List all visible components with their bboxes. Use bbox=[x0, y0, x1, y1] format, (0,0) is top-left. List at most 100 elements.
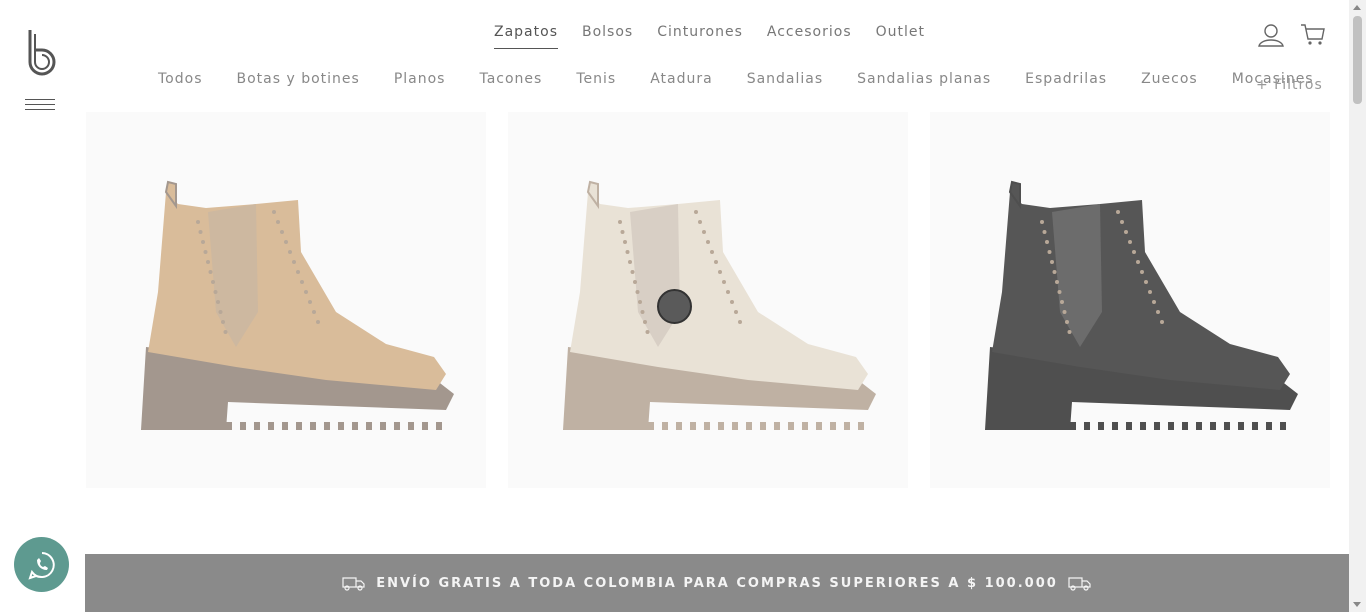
boot-tread bbox=[1280, 422, 1286, 430]
boot-stud bbox=[1156, 310, 1160, 314]
boot-stud bbox=[714, 260, 718, 264]
boot-tread bbox=[1182, 422, 1188, 430]
nav-item-cinturones[interactable]: Cinturones bbox=[657, 24, 743, 49]
boot-stud bbox=[1062, 310, 1067, 314]
sub-nav-item-atadura[interactable]: Atadura bbox=[650, 71, 713, 87]
filters-button[interactable]: + Filtros bbox=[1256, 77, 1323, 93]
boot-stud bbox=[196, 220, 200, 224]
product-card[interactable] bbox=[86, 112, 486, 488]
boot-stud bbox=[1055, 280, 1059, 284]
boot-stud bbox=[698, 220, 702, 224]
boot-tread bbox=[760, 422, 766, 430]
sub-nav-item-espadrilas[interactable]: Espadrilas bbox=[1025, 71, 1107, 87]
boot-stud bbox=[203, 250, 208, 254]
sub-nav-item-sandalias-planas[interactable]: Sandalias planas bbox=[857, 71, 991, 87]
boot-stud bbox=[216, 300, 220, 304]
boot-tread bbox=[1224, 422, 1230, 430]
user-icon[interactable] bbox=[1258, 22, 1284, 48]
cursor-indicator bbox=[657, 289, 692, 324]
scroll-up-arrow[interactable] bbox=[1353, 5, 1361, 10]
hamburger-line bbox=[25, 104, 55, 105]
boot-stud bbox=[1042, 230, 1047, 234]
nav-item-zapatos[interactable]: Zapatos bbox=[494, 24, 558, 49]
nav-item-accesorios[interactable]: Accesorios bbox=[767, 24, 852, 49]
boot-stud bbox=[1060, 300, 1064, 304]
sub-nav-item-todos[interactable]: Todos bbox=[158, 71, 202, 87]
sub-nav-categories: Todos Botas y botines Planos Tacones Ten… bbox=[141, 71, 1331, 87]
sub-nav-item-tacones[interactable]: Tacones bbox=[479, 71, 542, 87]
hamburger-line bbox=[25, 99, 55, 100]
boot-stud bbox=[308, 300, 312, 304]
boot-stud bbox=[623, 240, 627, 244]
boot-stud bbox=[300, 280, 304, 284]
boot-stud bbox=[722, 280, 726, 284]
boot-stud bbox=[1120, 220, 1124, 224]
boot-tread bbox=[690, 422, 696, 430]
boot-tread bbox=[662, 422, 668, 430]
boot-stud bbox=[630, 270, 635, 274]
boot-stud bbox=[288, 250, 292, 254]
scrollbar-thumb[interactable] bbox=[1353, 16, 1362, 104]
boot-stud bbox=[702, 230, 706, 234]
boot-tread bbox=[1056, 422, 1062, 430]
boot-tread bbox=[184, 422, 190, 430]
sub-nav-item-sandalias[interactable]: Sandalias bbox=[747, 71, 823, 87]
boot-tread bbox=[1140, 422, 1146, 430]
boot-tread bbox=[310, 422, 316, 430]
boot-image bbox=[563, 180, 876, 430]
boot-stud bbox=[618, 220, 622, 224]
boot-tread bbox=[268, 422, 274, 430]
boot-tread bbox=[802, 422, 808, 430]
sub-nav-item-zuecos[interactable]: Zuecos bbox=[1141, 71, 1198, 87]
sub-nav-item-planos[interactable]: Planos bbox=[394, 71, 446, 87]
boot-tread bbox=[226, 422, 232, 430]
shipping-banner-text: ENVÍO GRATIS A TODA COLOMBIA PARA COMPRA… bbox=[376, 575, 1058, 591]
boot-tread bbox=[1112, 422, 1118, 430]
scroll-down-arrow[interactable] bbox=[1353, 602, 1361, 607]
boot-tread bbox=[830, 422, 836, 430]
boot-tread bbox=[1014, 422, 1020, 430]
boot-stud bbox=[1047, 250, 1052, 254]
sub-nav-item-botas-y-botines[interactable]: Botas y botines bbox=[236, 71, 359, 87]
sub-nav-item-tenis[interactable]: Tenis bbox=[576, 71, 616, 87]
boot-tread bbox=[1154, 422, 1160, 430]
boot-tread bbox=[1210, 422, 1216, 430]
boot-tread bbox=[324, 422, 330, 430]
boot-stud bbox=[1136, 260, 1140, 264]
top-nav: Zapatos Bolsos Cinturones Accesorios Out… bbox=[0, 24, 1349, 49]
boot-stud bbox=[1050, 260, 1054, 264]
boot-tread bbox=[634, 422, 640, 430]
boot-tread bbox=[366, 422, 372, 430]
boot-stud bbox=[1045, 240, 1049, 244]
boot-stud bbox=[201, 240, 205, 244]
boot-tread bbox=[620, 422, 626, 430]
boot-stud bbox=[1128, 240, 1132, 244]
boot-stud bbox=[635, 290, 640, 294]
boot-tread bbox=[704, 422, 710, 430]
boot-tread bbox=[338, 422, 344, 430]
boot-stud bbox=[1116, 210, 1120, 214]
cart-icon[interactable] bbox=[1300, 22, 1326, 48]
nav-item-bolsos[interactable]: Bolsos bbox=[582, 24, 633, 49]
boot-stud bbox=[1160, 320, 1164, 324]
menu-hamburger-button[interactable] bbox=[25, 99, 55, 115]
product-card[interactable] bbox=[508, 112, 908, 488]
boot-stud bbox=[633, 280, 637, 284]
boot-stud bbox=[620, 230, 625, 234]
nav-item-outlet[interactable]: Outlet bbox=[876, 24, 925, 49]
boot-tread bbox=[606, 422, 612, 430]
boot-stud bbox=[710, 250, 714, 254]
boot-tread bbox=[1196, 422, 1202, 430]
whatsapp-button[interactable] bbox=[14, 537, 69, 592]
product-card[interactable] bbox=[930, 112, 1330, 488]
boot-tread bbox=[380, 422, 386, 430]
boot-stud bbox=[738, 320, 742, 324]
boot-tread bbox=[422, 422, 428, 430]
boot-tread bbox=[844, 422, 850, 430]
page-scrollbar[interactable] bbox=[1349, 0, 1366, 612]
boot-tread bbox=[240, 422, 246, 430]
boot-tread bbox=[170, 422, 176, 430]
boot-image bbox=[141, 180, 454, 430]
boot-tread bbox=[746, 422, 752, 430]
boot-stud bbox=[1124, 230, 1128, 234]
